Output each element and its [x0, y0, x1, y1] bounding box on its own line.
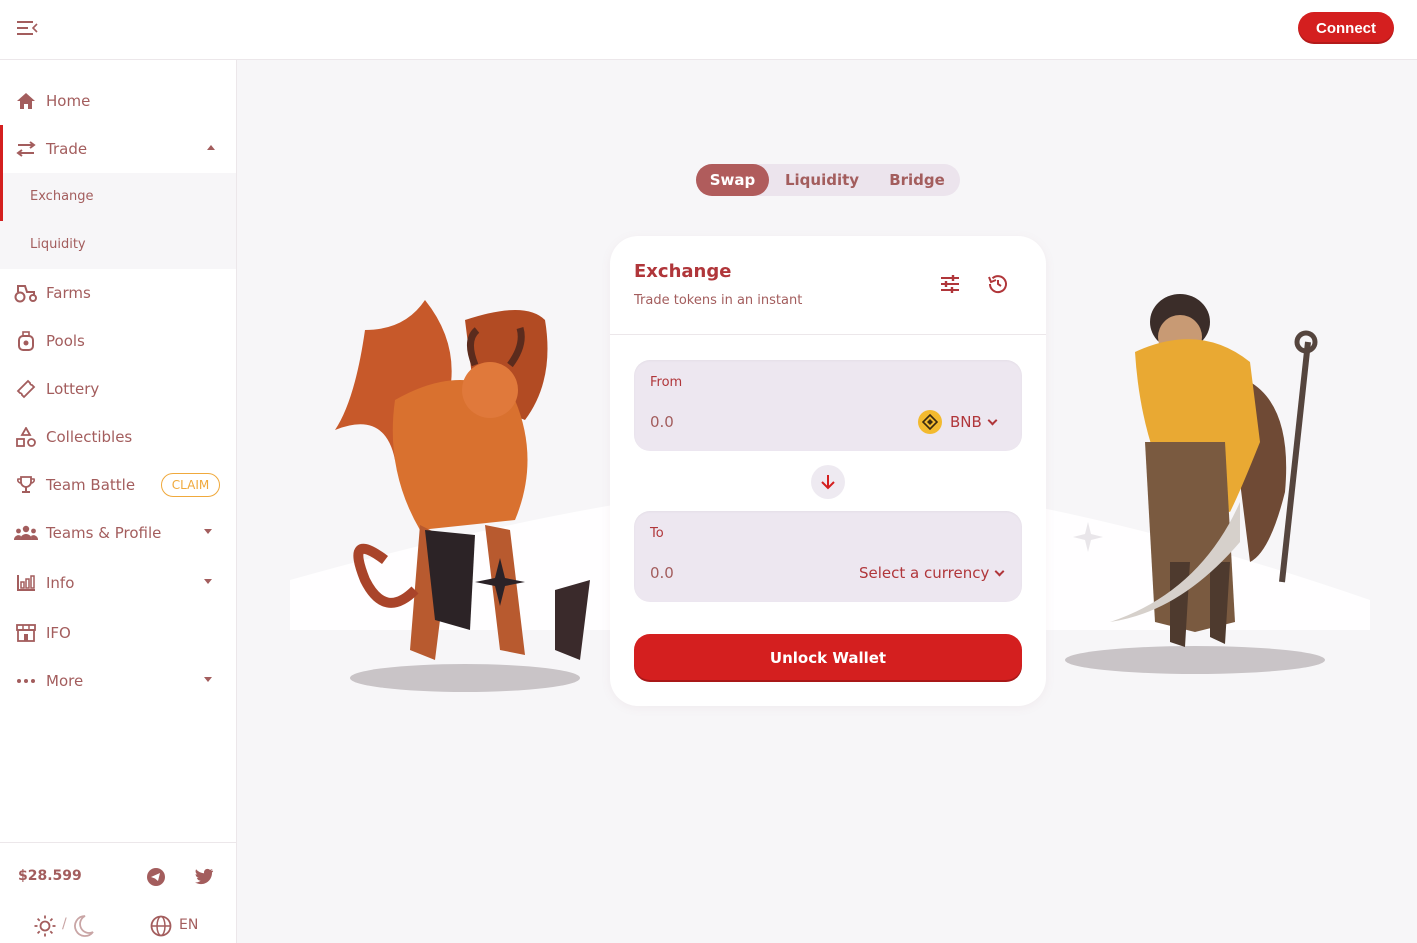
sidebar-item-info[interactable]: Info: [0, 559, 236, 607]
from-panel: From BNB: [634, 360, 1022, 451]
sidebar-footer: $28.599 / EN: [0, 842, 236, 943]
telegram-icon[interactable]: [146, 867, 166, 891]
sidebar-item-label: Team Battle: [46, 476, 136, 494]
sidebar-subitem-label: Liquidity: [30, 237, 86, 252]
sidebar-subitem-label: Exchange: [30, 189, 94, 204]
sidebar-subitem-exchange[interactable]: Exchange: [0, 173, 236, 221]
arrows-swap-icon: [14, 138, 38, 160]
sidebar-item-label: Farms: [46, 284, 91, 302]
sidebar-item-collectibles[interactable]: Collectibles: [0, 413, 236, 461]
to-amount-input[interactable]: [650, 561, 850, 585]
caret-down-icon: [204, 579, 212, 584]
sidebar-item-trade[interactable]: Trade: [0, 125, 236, 173]
globe-icon[interactable]: [150, 915, 172, 941]
card-title: Exchange: [634, 261, 732, 282]
chevron-down-icon: [987, 415, 998, 425]
sidebar-item-label: IFO: [46, 624, 71, 642]
from-currency-label: BNB: [950, 413, 982, 431]
sidebar-item-team-battle[interactable]: Team Battle CLAIM: [0, 461, 236, 509]
chart-icon: [14, 572, 38, 594]
caret-down-icon: [204, 529, 212, 534]
ticket-icon: [14, 378, 38, 400]
exchange-card: Exchange Trade tokens in an instant From: [610, 236, 1046, 706]
demon-character-illustration: [335, 300, 590, 692]
home-icon: [14, 90, 38, 112]
theme-separator: /: [62, 916, 67, 932]
shapes-icon: [14, 426, 38, 448]
settings-sliders-icon[interactable]: [938, 272, 962, 296]
tractor-icon: [14, 282, 38, 304]
tab-bridge[interactable]: Bridge: [876, 164, 958, 196]
trade-tabs: Swap Liquidity Bridge: [696, 164, 960, 196]
token-price: $28.599: [18, 868, 82, 884]
sun-icon[interactable]: [34, 915, 56, 941]
connect-button[interactable]: Connect: [1298, 12, 1394, 44]
to-currency-selector[interactable]: Select a currency: [859, 559, 1005, 587]
unlock-wallet-button[interactable]: Unlock Wallet: [634, 634, 1022, 682]
language-selector[interactable]: EN: [179, 917, 198, 933]
sidebar-item-ifo[interactable]: IFO: [0, 609, 236, 657]
sidebar-item-label: Home: [46, 92, 91, 110]
top-bar: Connect: [0, 0, 1417, 60]
sidebar-item-label: Lottery: [46, 380, 100, 398]
warrior-character-illustration: [1065, 294, 1325, 674]
sidebar-item-lottery[interactable]: Lottery: [0, 365, 236, 413]
from-amount-input[interactable]: [650, 410, 850, 434]
sidebar-item-label: Pools: [46, 332, 85, 350]
sidebar-item-label: More: [46, 672, 84, 690]
card-subtitle: Trade tokens in an instant: [634, 293, 803, 308]
to-currency-label: Select a currency: [859, 564, 990, 582]
moon-icon[interactable]: [74, 915, 94, 941]
from-label: From: [650, 375, 683, 390]
sidebar-item-label: Teams & Profile: [46, 524, 162, 542]
tab-swap[interactable]: Swap: [696, 164, 769, 196]
switch-direction-button[interactable]: [811, 465, 845, 499]
history-icon[interactable]: [986, 272, 1010, 296]
menu-toggle-icon[interactable]: [16, 19, 38, 37]
to-panel: To Select a currency: [634, 511, 1022, 602]
from-currency-selector[interactable]: BNB: [918, 408, 998, 436]
card-header: Exchange Trade tokens in an instant: [610, 236, 1046, 335]
trophy-icon: [14, 474, 38, 496]
people-icon: [14, 522, 38, 544]
bnb-token-icon: [918, 410, 942, 434]
to-label: To: [650, 526, 664, 541]
sidebar-item-pools[interactable]: Pools: [0, 317, 236, 365]
sidebar-item-label: Trade: [46, 140, 88, 158]
more-dots-icon: [14, 670, 38, 692]
sidebar-item-more[interactable]: More: [0, 657, 236, 705]
arrow-down-icon: [821, 475, 835, 490]
claim-badge[interactable]: CLAIM: [161, 473, 220, 497]
tab-liquidity[interactable]: Liquidity: [776, 164, 868, 196]
chevron-down-icon: [994, 566, 1005, 576]
sidebar-item-label: Collectibles: [46, 428, 133, 446]
sidebar: Home Trade Exchange Liquidity Farms Pool…: [0, 60, 237, 943]
sidebar-item-teams-profile[interactable]: Teams & Profile: [0, 509, 236, 557]
sidebar-item-label: Info: [46, 574, 75, 592]
trade-submenu: Exchange Liquidity: [0, 173, 236, 269]
sidebar-item-farms[interactable]: Farms: [0, 269, 236, 317]
sidebar-subitem-liquidity[interactable]: Liquidity: [0, 221, 236, 269]
twitter-icon[interactable]: [194, 868, 214, 889]
caret-up-icon: [207, 145, 215, 150]
sidebar-item-home[interactable]: Home: [0, 77, 236, 125]
pool-icon: [14, 330, 38, 352]
caret-down-icon: [204, 677, 212, 682]
store-icon: [14, 622, 38, 644]
